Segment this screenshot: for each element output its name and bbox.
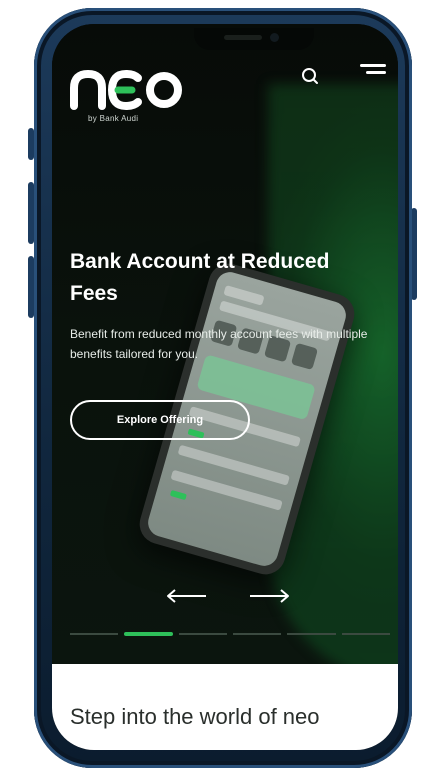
- carousel-next-button[interactable]: [248, 586, 292, 606]
- intro-section: Step into the world of neo: [52, 664, 398, 750]
- neo-logo-mark: [70, 69, 182, 111]
- hero-description: Benefit from reduced monthly account fee…: [70, 327, 368, 361]
- search-button[interactable]: [298, 64, 322, 88]
- page: by Bank Audi Bank Account at Reduced Fee…: [0, 0, 427, 773]
- phone-notch: [194, 28, 314, 50]
- carousel-progress-segment[interactable]: [341, 633, 390, 635]
- hero-title: Bank Account at Reduced Fees: [70, 250, 330, 305]
- carousel-progress: [70, 632, 390, 636]
- neo-logo[interactable]: by Bank Audi: [68, 50, 190, 123]
- preview-chip: [169, 489, 187, 501]
- section-title: Step into the world of neo: [70, 704, 320, 729]
- carousel-progress-segment[interactable]: [124, 632, 173, 636]
- logo-tagline: by Bank Audi: [88, 114, 139, 123]
- hero-banner: by Bank Audi Bank Account at Reduced Fee…: [52, 24, 398, 684]
- front-camera: [270, 33, 279, 42]
- hamburger-menu-icon: [360, 64, 386, 67]
- speaker-grill: [224, 35, 262, 40]
- carousel-progress-segment[interactable]: [233, 633, 282, 635]
- carousel-progress-segment[interactable]: [287, 633, 336, 635]
- explore-offering-button[interactable]: Explore Offering: [70, 400, 250, 440]
- carousel-progress-segment[interactable]: [178, 633, 227, 635]
- phone-screen: by Bank Audi Bank Account at Reduced Fee…: [52, 24, 398, 750]
- search-icon: [302, 68, 318, 84]
- carousel-progress-segment[interactable]: [70, 633, 119, 635]
- arrow-right-icon: [250, 589, 289, 603]
- hamburger-menu-icon-bar: [366, 71, 386, 74]
- carousel-prev-button[interactable]: [164, 586, 208, 606]
- arrow-left-icon: [167, 589, 206, 603]
- menu-button[interactable]: [360, 64, 386, 86]
